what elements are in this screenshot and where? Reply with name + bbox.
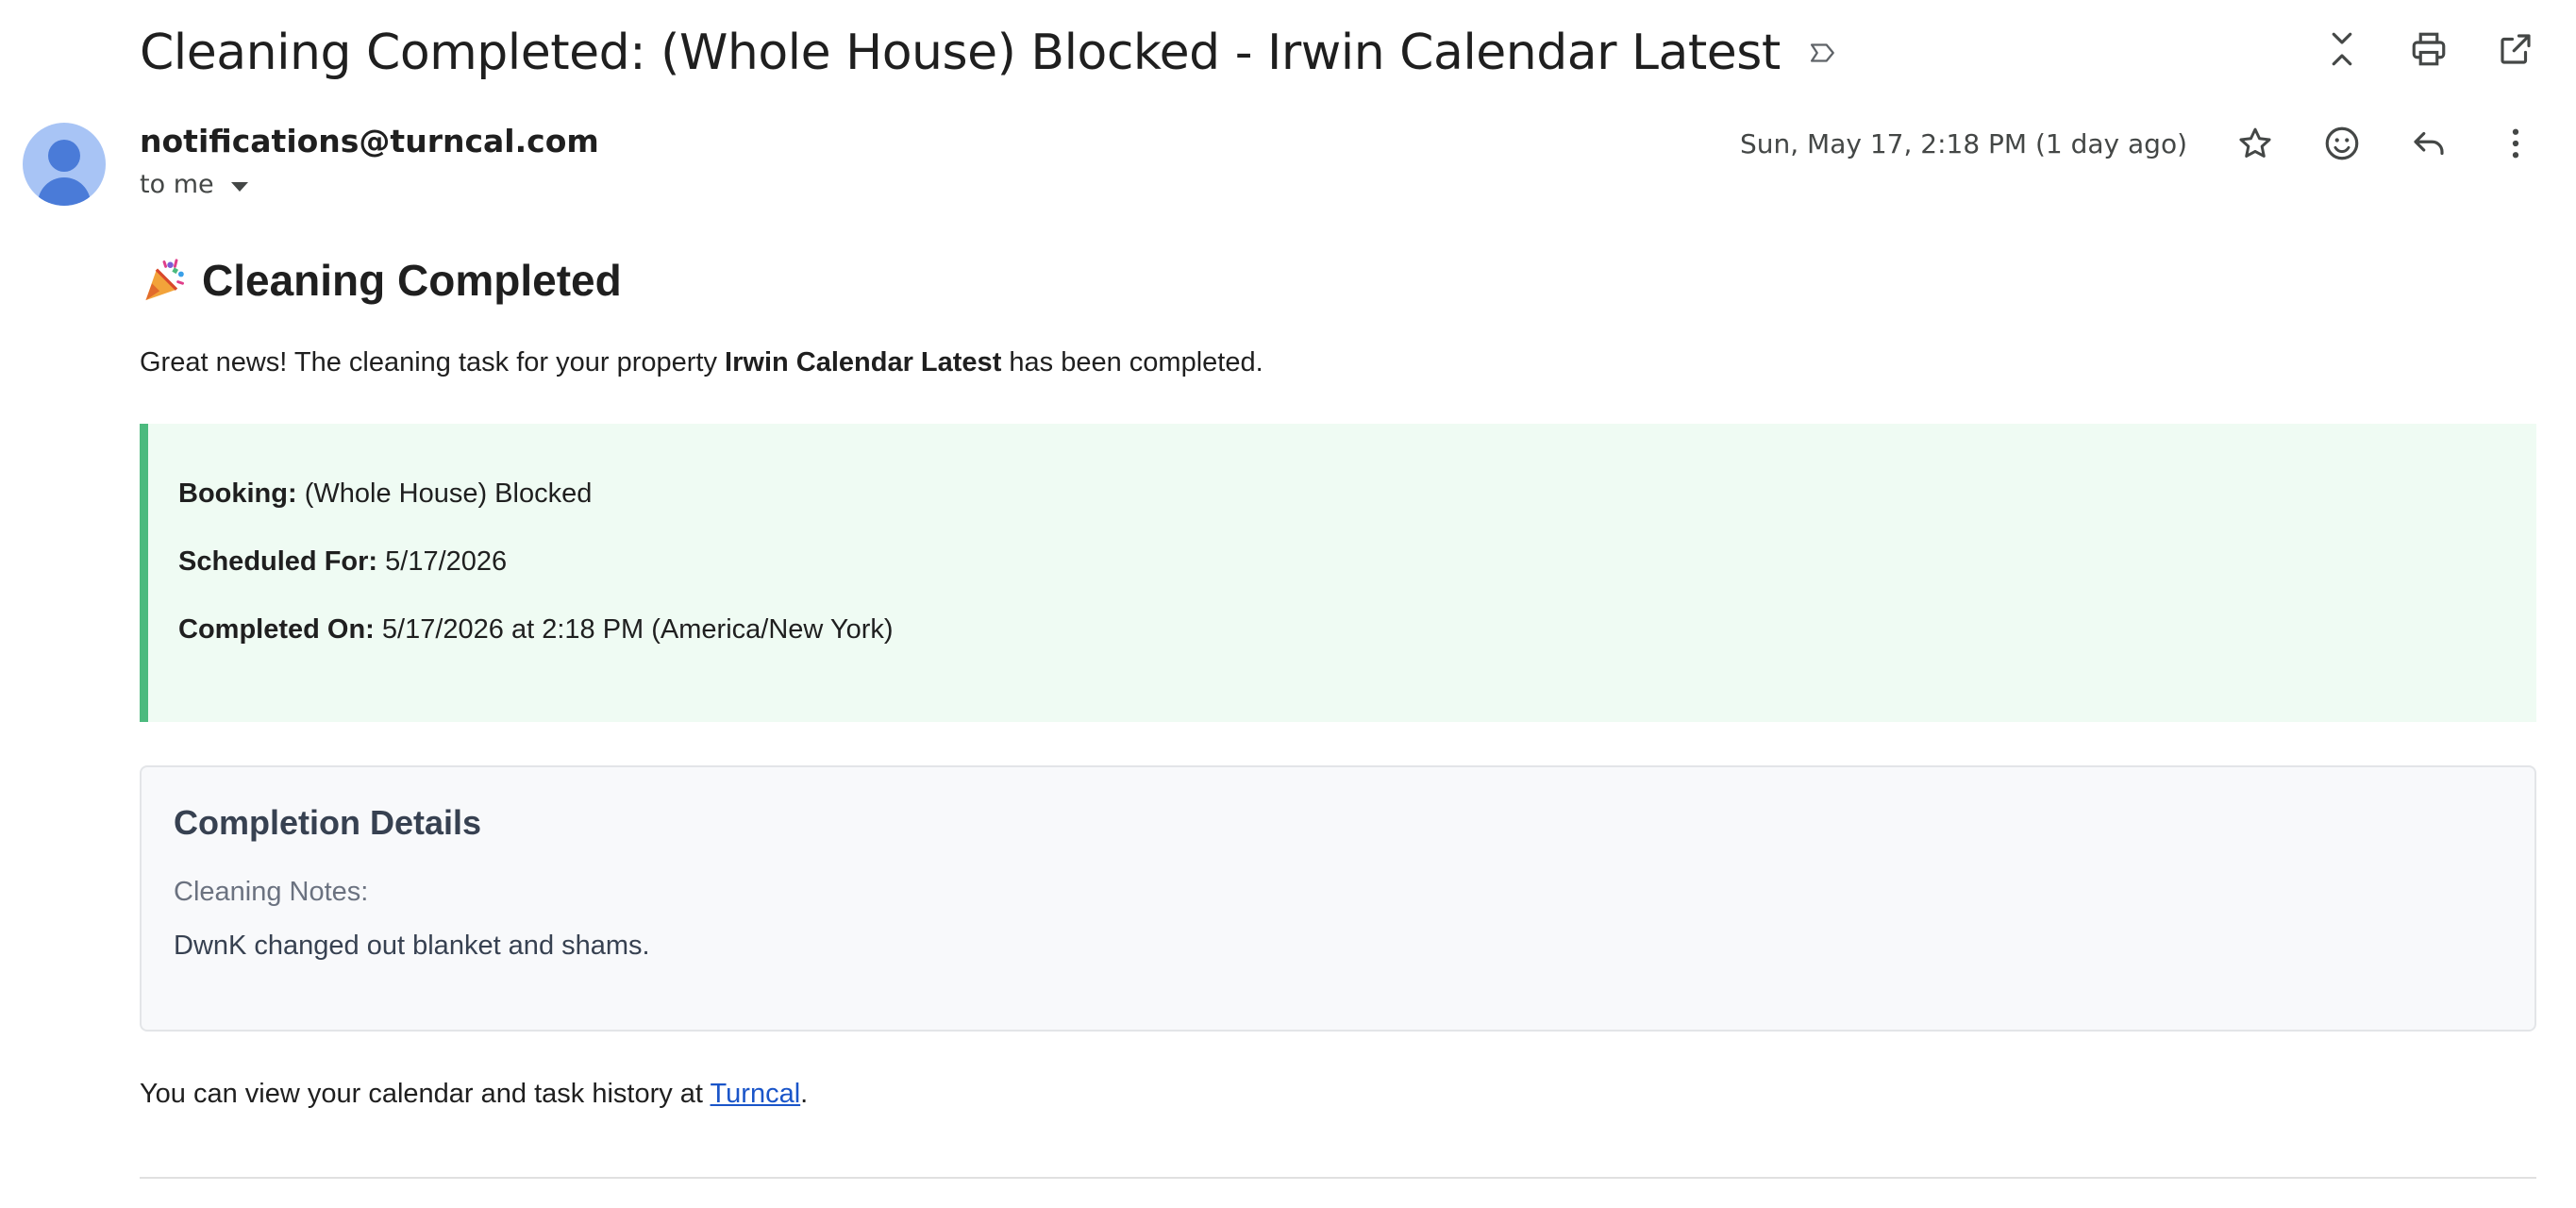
print-icon[interactable] — [2406, 26, 2451, 72]
collapse-all-icon[interactable] — [2319, 26, 2365, 72]
footer-text-end: . — [800, 1079, 809, 1109]
intro-text: Great news! The cleaning task for your p… — [140, 347, 726, 378]
open-in-new-window-icon[interactable] — [2493, 26, 2538, 72]
chevron-down-icon[interactable] — [230, 181, 248, 192]
emoji-reaction-icon[interactable] — [2319, 121, 2365, 166]
booking-label: Booking: — [178, 478, 297, 509]
body-heading: Cleaning Completed — [140, 255, 2536, 306]
recipient-toggle[interactable]: to me — [140, 170, 248, 199]
email-subject: Cleaning Completed: (Whole House) Blocke… — [140, 25, 1781, 81]
star-outline-icon[interactable] — [2233, 121, 2278, 166]
booking-value: (Whole House) Blocked — [296, 478, 593, 509]
scheduled-label: Scheduled For: — [178, 546, 378, 577]
completed-row: Completed On: 5/17/2026 at 2:18 PM (Amer… — [178, 614, 2536, 645]
divider — [140, 1177, 2536, 1179]
label-outline-icon[interactable] — [1805, 37, 1837, 69]
notes-text: DwnK changed out blanket and shams. — [174, 931, 650, 961]
completed-label: Completed On: — [178, 614, 375, 645]
property-name: Irwin Calendar Latest — [725, 347, 1002, 378]
reply-icon[interactable] — [2406, 121, 2451, 166]
footer-text: You can view your calendar and task hist… — [140, 1079, 711, 1109]
message-meta: Sun, May 17, 2:18 PM (1 day ago) — [1740, 121, 2538, 166]
thread-actions — [2319, 26, 2538, 72]
sender-email[interactable]: notifications@turncal.com — [140, 123, 599, 159]
booking-row: Booking: (Whole House) Blocked — [178, 478, 2536, 509]
party-popper-icon — [140, 256, 189, 305]
heading-text: Cleaning Completed — [202, 256, 622, 305]
email-view: Cleaning Completed: (Whole House) Blocke… — [0, 0, 2576, 1208]
notes-label: Cleaning Notes: — [174, 877, 369, 907]
intro-paragraph: Great news! The cleaning task for your p… — [140, 347, 2536, 378]
turncal-link[interactable]: Turncal — [711, 1079, 801, 1109]
completion-details: Completion Details Cleaning Notes: DwnK … — [140, 765, 2536, 1032]
more-vertical-icon[interactable] — [2493, 121, 2538, 166]
subject-row: Cleaning Completed: (Whole House) Blocke… — [140, 21, 1837, 85]
completed-value: 5/17/2026 at 2:18 PM (America/New York) — [374, 614, 894, 645]
footer-paragraph: You can view your calendar and task hist… — [140, 1079, 2536, 1110]
message-date: Sun, May 17, 2:18 PM (1 day ago) — [1739, 127, 2187, 159]
details-title: Completion Details — [174, 803, 482, 842]
scheduled-row: Scheduled For: 5/17/2026 — [178, 546, 2536, 577]
scheduled-value: 5/17/2026 — [377, 546, 508, 577]
avatar[interactable] — [23, 123, 106, 206]
intro-text-end: has been completed. — [1001, 347, 1263, 378]
email-body: Cleaning Completed Great news! The clean… — [140, 255, 2536, 1110]
recipient-label: to me — [140, 170, 214, 199]
booking-summary: Booking: (Whole House) Blocked Scheduled… — [140, 424, 2536, 722]
